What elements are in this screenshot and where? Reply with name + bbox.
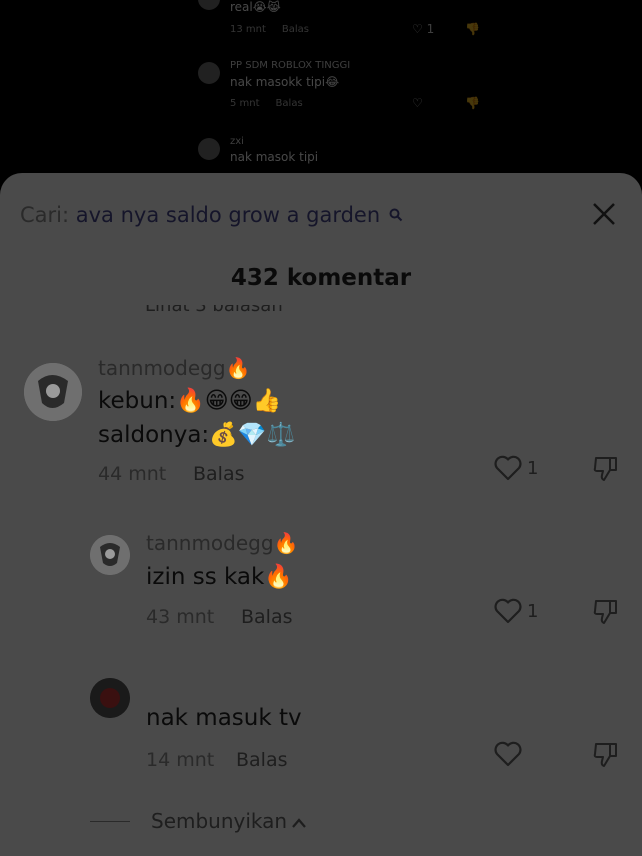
avatar[interactable]: [90, 678, 130, 718]
like-count: 1: [426, 22, 435, 36]
avatar[interactable]: [90, 535, 130, 575]
reply-button[interactable]: Balas: [282, 24, 309, 35]
reply-button[interactable]: Balas: [193, 463, 245, 485]
search-icon[interactable]: [389, 203, 403, 227]
comment-text: saldonya:💰💎⚖️: [98, 422, 296, 448]
comment-text: nak masuk tv: [146, 705, 302, 731]
dislike-icon[interactable]: [592, 598, 620, 626]
heart-icon[interactable]: [494, 598, 522, 624]
comment-text: izin ss kak🔥: [146, 564, 293, 590]
dislike-icon[interactable]: 👎: [465, 22, 480, 36]
search-query[interactable]: ava nya saldo grow a garden: [76, 203, 380, 227]
dislike-icon[interactable]: [592, 455, 620, 483]
hide-replies-label: Sembunyikan: [151, 809, 288, 833]
avatar: [198, 0, 220, 10]
heart-icon[interactable]: ♡: [412, 96, 423, 110]
avatar: [198, 138, 220, 160]
comment-time: 43 mnt: [146, 606, 215, 628]
search-label: Cari:: [20, 203, 70, 227]
view-replies-label: Lihat 3 balasan: [145, 305, 283, 316]
background-comment-list: real😭😹 13 mnt Balas ♡ 1 👎 PP SDM ROBLOX T…: [0, 0, 642, 200]
comment-time: 44 mnt: [98, 463, 167, 485]
chevron-up-icon: [292, 817, 306, 828]
comment-text: nak masok tipi: [230, 150, 319, 164]
like-button[interactable]: ♡ 1: [412, 22, 434, 36]
comment-text: kebun:🔥😁😁👍: [98, 388, 282, 414]
reply-button[interactable]: Balas: [276, 98, 303, 109]
comment-time: 14 mnt: [146, 749, 215, 771]
comment-username[interactable]: tannmodegg🔥: [98, 356, 250, 380]
reply-button[interactable]: Balas: [236, 749, 288, 771]
comment-meta: 13 mnt Balas: [230, 24, 325, 35]
comment-sheet: Cari: ava nya saldo grow a garden 432 ko…: [0, 173, 642, 856]
comment-time: 5 mnt: [230, 98, 260, 109]
comment-username[interactable]: tannmodegg🔥: [146, 531, 298, 555]
comment-username: PP SDM ROBLOX TINGGI: [230, 60, 351, 71]
search-suggestion[interactable]: Cari: ava nya saldo grow a garden: [20, 203, 403, 227]
comment-text: nak masokk tipi😂: [230, 75, 340, 89]
comment-text: real😭😹: [230, 0, 281, 14]
avatar[interactable]: [24, 363, 82, 421]
heart-icon[interactable]: [494, 455, 522, 481]
heart-icon[interactable]: [494, 741, 522, 767]
comment-count: 432 komentar: [230, 265, 412, 291]
dislike-icon[interactable]: 👎: [465, 96, 480, 110]
close-icon[interactable]: [591, 201, 617, 227]
like-count: 1: [527, 601, 539, 622]
like-count: 1: [527, 458, 539, 479]
dislike-icon[interactable]: [592, 741, 620, 769]
hide-replies-button[interactable]: Sembunyikan: [151, 809, 307, 833]
avatar: [198, 62, 220, 84]
divider: [90, 821, 130, 822]
comment-meta: 5 mnt Balas: [230, 98, 319, 109]
comment-username: zxi: [230, 136, 244, 147]
comment-time: 13 mnt: [230, 24, 266, 35]
reply-button[interactable]: Balas: [241, 606, 293, 628]
view-replies-link[interactable]: Lihat 3 balasan: [145, 305, 283, 325]
